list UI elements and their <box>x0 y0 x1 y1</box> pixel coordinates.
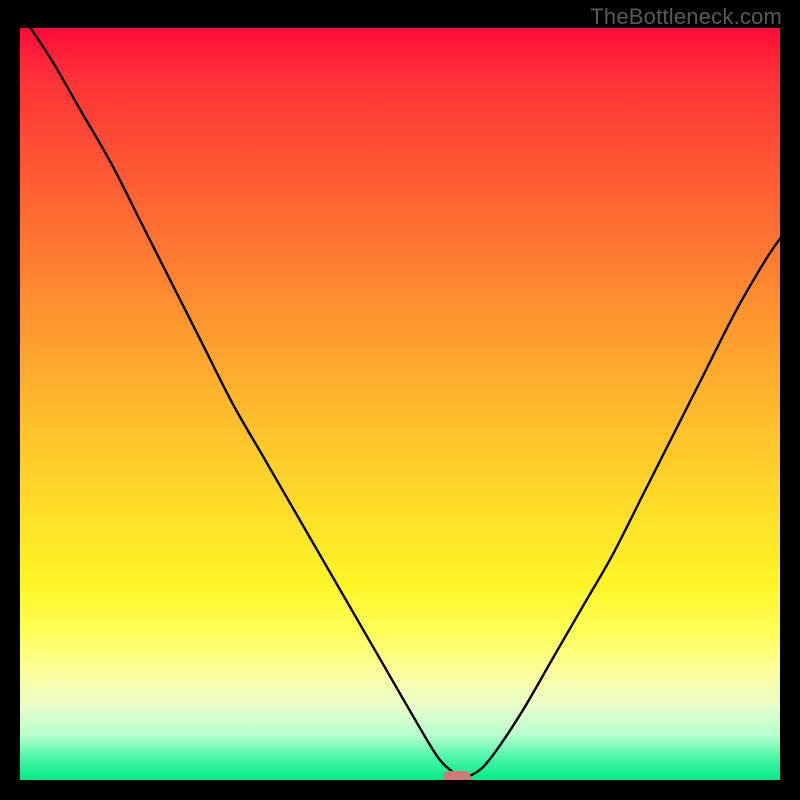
plot-area <box>20 28 780 780</box>
optimal-point-marker <box>443 771 471 780</box>
watermark-text: TheBottleneck.com <box>590 4 782 30</box>
bottleneck-curve <box>20 28 780 780</box>
chart-frame: TheBottleneck.com <box>0 0 800 800</box>
